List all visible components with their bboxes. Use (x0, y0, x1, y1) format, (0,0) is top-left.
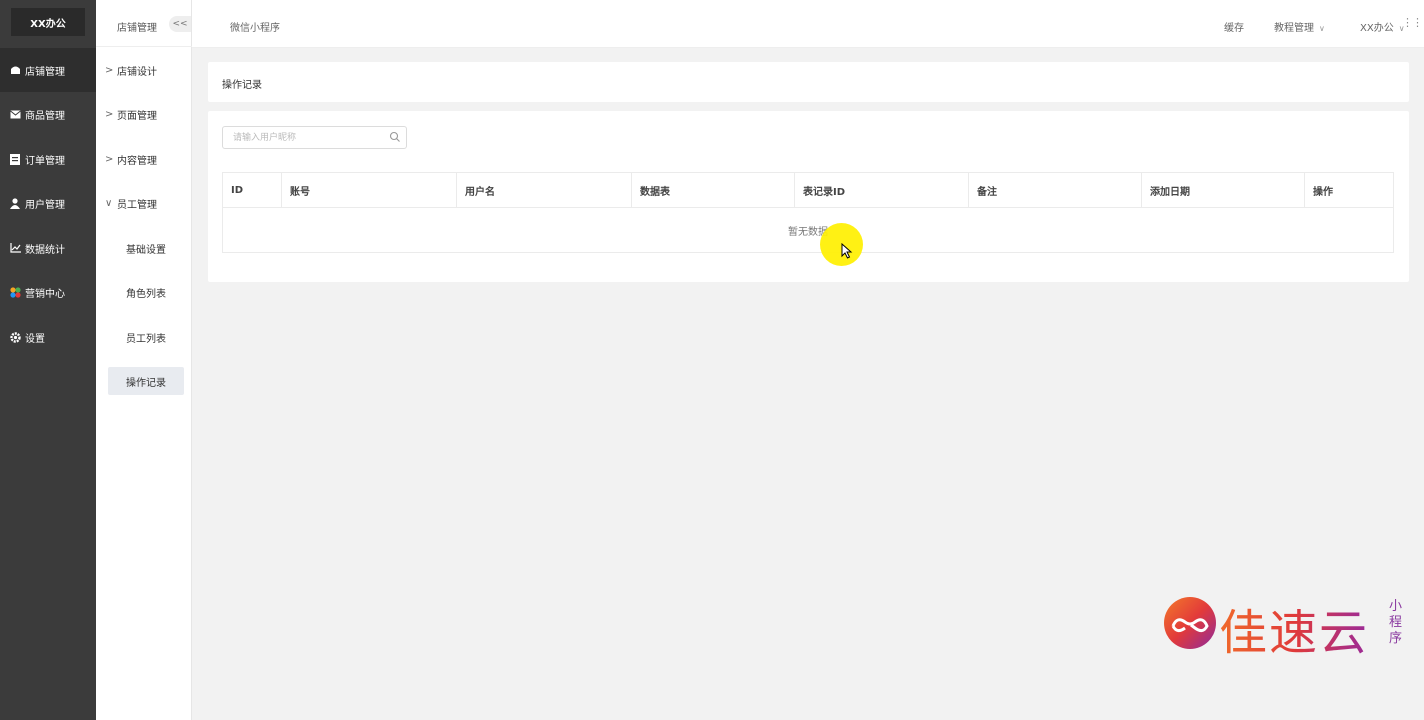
subnav-group-label: 内容管理 (117, 155, 157, 167)
column-header-remark: 备注 (969, 173, 1142, 207)
sidebar-item-label: 营销中心 (25, 288, 65, 300)
chevron-right-icon: > (105, 153, 114, 165)
tutorial-menu[interactable]: 教程管理 ∨ (1274, 19, 1325, 34)
account-label: XX办公 (1360, 23, 1394, 34)
sidebar-item-marketing[interactable]: 营销中心 (0, 270, 96, 314)
subnav-group-staff[interactable]: ∨ 员工管理 (96, 188, 192, 218)
top-bar: 微信小程序 缓存 教程管理 ∨ XX办公 ∨ ⋮⋮ (192, 0, 1424, 48)
app-title: 微信小程序 (230, 23, 280, 34)
chevron-right-icon: > (105, 64, 114, 76)
tutorial-label: 教程管理 (1274, 23, 1314, 34)
store-icon (9, 64, 21, 76)
subnav-leaf-staff-list[interactable]: 员工列表 (108, 323, 184, 351)
sub-sidebar-header: 店铺管理 << (96, 0, 192, 47)
subnav-group-pages[interactable]: > 页面管理 (96, 99, 192, 129)
watermark-logo: 佳速云 小程序 (1163, 595, 1413, 661)
subnav-group-store-design[interactable]: > 店铺设计 (96, 55, 192, 85)
column-header-username: 用户名 (457, 173, 632, 207)
search-input[interactable] (222, 126, 407, 149)
subnav-group-label: 页面管理 (117, 110, 157, 122)
log-table: ID 账号 用户名 数据表 表记录ID 备注 添加日期 操作 暂无数据 (222, 172, 1394, 253)
drag-handle-icon[interactable]: ⋮⋮ (1402, 16, 1423, 30)
sidebar-item-label: 订单管理 (25, 155, 65, 167)
gear-icon (9, 331, 21, 343)
column-header-id: ID (223, 173, 282, 207)
column-header-date: 添加日期 (1142, 173, 1305, 207)
subnav-group-content[interactable]: > 内容管理 (96, 144, 192, 174)
subnav-leaf-operation-log[interactable]: 操作记录 (108, 367, 184, 395)
sidebar-item-label: 商品管理 (25, 110, 65, 122)
log-table-card: ID 账号 用户名 数据表 表记录ID 备注 添加日期 操作 暂无数据 (208, 111, 1409, 282)
sidebar-item-users[interactable]: 用户管理 (0, 181, 96, 225)
chevron-down-icon: ∨ (1319, 24, 1325, 33)
sidebar-item-settings[interactable]: 设置 (0, 315, 96, 359)
column-header-record-id: 表记录ID (795, 173, 969, 207)
subnav-group-label: 店铺设计 (117, 66, 157, 78)
page-title: 操作记录 (222, 80, 262, 91)
mail-icon (9, 108, 21, 120)
sidebar-item-store[interactable]: 店铺管理 (0, 48, 96, 92)
table-header: ID 账号 用户名 数据表 表记录ID 备注 添加日期 操作 (223, 173, 1393, 208)
user-icon (9, 197, 21, 209)
marketing-icon (9, 286, 21, 298)
sidebar-item-products[interactable]: 商品管理 (0, 92, 96, 136)
chevron-right-icon: > (105, 108, 114, 120)
watermark-text: 佳速云 (1219, 593, 1369, 663)
account-menu[interactable]: XX办公 ∨ (1360, 19, 1405, 34)
watermark-subtext: 小程序 (1389, 599, 1403, 646)
cache-link[interactable]: 缓存 (1224, 19, 1244, 34)
main-sidebar: XX办公 店铺管理 商品管理 订单管理 用户管理 数据统计 营销中心 设置 (0, 0, 96, 720)
sidebar-item-orders[interactable]: 订单管理 (0, 137, 96, 181)
watermark-emblem-icon (1164, 597, 1216, 649)
page-header-card: 操作记录 (208, 62, 1409, 102)
sidebar-item-stats[interactable]: 数据统计 (0, 226, 96, 270)
sidebar-item-label: 设置 (25, 333, 45, 345)
sidebar-item-label: 数据统计 (25, 244, 65, 256)
sidebar-item-label: 用户管理 (25, 199, 65, 211)
subnav-group-label: 员工管理 (117, 199, 157, 211)
brand-logo[interactable]: XX办公 (11, 8, 85, 36)
search-icon[interactable] (389, 131, 401, 143)
column-header-table: 数据表 (632, 173, 795, 207)
subnav-leaf-role-list[interactable]: 角色列表 (108, 278, 184, 306)
mouse-cursor-icon (841, 243, 853, 259)
sub-sidebar: 店铺管理 << > 店铺设计 > 页面管理 > 内容管理 ∨ 员工管理 基础设置… (96, 0, 192, 720)
collapse-button[interactable]: << (169, 16, 191, 32)
chevron-down-icon: ∨ (105, 197, 113, 209)
sidebar-item-label: 店铺管理 (25, 66, 65, 78)
subnav-leaf-basic-settings[interactable]: 基础设置 (108, 234, 184, 262)
column-header-actions: 操作 (1313, 186, 1333, 198)
column-header-account: 账号 (282, 173, 457, 207)
list-icon (9, 153, 21, 165)
sub-sidebar-title: 店铺管理 (117, 23, 157, 34)
empty-state: 暂无数据 (788, 227, 828, 238)
chart-icon (9, 242, 21, 254)
